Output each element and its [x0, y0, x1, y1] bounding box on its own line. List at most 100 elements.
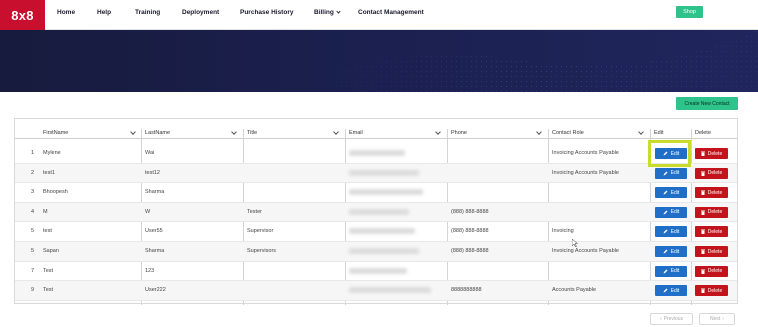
nav-billing-label: Billing [314, 9, 334, 16]
delete-button[interactable]: Delete [695, 167, 728, 179]
previous-label: Previous [663, 316, 684, 322]
table-row: 2 test1 test12 Invoicing Accounts Payabl… [15, 163, 737, 184]
edit-label: Edit [670, 189, 680, 196]
col-header-contact-role[interactable]: Contact Role [552, 130, 584, 136]
delete-label: Delete [707, 170, 723, 177]
mouse-cursor-icon [572, 239, 578, 247]
cell-firstname: Test [43, 287, 54, 294]
nav-billing[interactable]: Billing [314, 9, 341, 16]
table-row: 1 Mylene Wai Invoicing Accounts Payable … [15, 144, 737, 164]
contacts-table: FirstName LastName Title Email Phone Con… [14, 118, 738, 305]
delete-label: Delete [707, 287, 723, 294]
table-row: 5 Sapan Sharma Supervisors (888) 888-888… [15, 242, 737, 262]
row-number: 2 [31, 169, 35, 176]
cell-lastname: User222 [145, 287, 166, 294]
edit-button[interactable]: Edit [655, 187, 687, 199]
delete-button[interactable]: Delete [695, 265, 728, 277]
chevron-down-icon[interactable] [333, 129, 339, 135]
chevron-down-icon[interactable] [130, 129, 136, 135]
cell-phone: 8888888888 [451, 287, 482, 294]
edit-button[interactable]: Edit [655, 167, 687, 179]
nav-help[interactable]: Help [97, 9, 111, 16]
edit-highlight-box [648, 140, 691, 167]
row-number: 5 [31, 248, 35, 254]
delete-button[interactable]: Delete [695, 187, 728, 199]
row-number: 7 [31, 267, 35, 274]
brand-logo[interactable]: 8x8 [0, 0, 45, 30]
pencil-icon [663, 269, 668, 274]
col-header-title[interactable]: Title [247, 130, 257, 136]
cell-firstname: Sapan [43, 248, 59, 254]
email-redacted [349, 228, 415, 235]
table-row: 3 Bhoopesh Sharma Edit Delete [15, 183, 737, 203]
delete-label: Delete [707, 268, 723, 275]
edit-label: Edit [670, 228, 680, 235]
nav-purchase-history[interactable]: Purchase History [240, 9, 293, 16]
col-header-firstname[interactable]: FirstName [43, 130, 68, 136]
nav-home[interactable]: Home [57, 9, 75, 16]
delete-label: Delete [707, 209, 723, 216]
cell-lastname: W [145, 208, 151, 215]
chevron-down-icon [336, 9, 341, 14]
delete-button[interactable]: Delete [695, 285, 728, 297]
email-redacted [349, 248, 419, 254]
previous-page-button[interactable]: ‹ Previous [650, 313, 693, 325]
table-row: 9 Test User222 8888888888 Accounts Payab… [15, 281, 737, 301]
shop-button[interactable]: Shop [676, 6, 703, 18]
cell-firstname: M [43, 208, 48, 215]
delete-button[interactable]: Delete [695, 148, 728, 159]
cell-firstname: Mylene [43, 150, 61, 156]
trash-icon [700, 151, 705, 156]
delete-button[interactable]: Delete [695, 246, 728, 257]
cell-phone: (888) 888-8888 [451, 248, 489, 254]
table-row: 5 test User55 Supervisor (888) 888-8888 … [15, 222, 737, 242]
col-header-edit: Edit [654, 130, 664, 136]
cell-phone: (888) 888-8888 [451, 228, 489, 235]
col-header-phone[interactable]: Phone [451, 130, 467, 136]
next-page-button[interactable]: Next › [699, 313, 735, 325]
col-header-email[interactable]: Email [349, 130, 363, 136]
cell-contact-role: Invoicing [552, 228, 574, 235]
row-number: 9 [31, 287, 35, 294]
hero-banner [0, 30, 758, 92]
edit-label: Edit [670, 209, 680, 216]
nav-contact-management[interactable]: Contact Management [358, 9, 424, 16]
cell-lastname: 123 [145, 267, 155, 274]
email-redacted [349, 169, 419, 176]
pencil-icon [663, 229, 668, 234]
top-navigation: 8x8 Home Help Training Deployment Purcha… [0, 0, 758, 30]
next-label: Next [710, 316, 721, 322]
cell-lastname: User55 [145, 228, 163, 235]
edit-button[interactable]: Edit [655, 285, 687, 297]
edit-label: Edit [670, 268, 680, 275]
col-header-lastname[interactable]: LastName [145, 130, 170, 136]
cell-title: Supervisors [247, 248, 277, 254]
cell-contact-role: Invoicing Accounts Payable [552, 150, 619, 156]
table-row: 7 Test 123 Edit Delete [15, 262, 737, 282]
edit-label: Edit [670, 170, 680, 177]
delete-label: Delete [707, 228, 723, 235]
create-new-contact-button[interactable]: Create New Contact [676, 97, 738, 110]
nav-training[interactable]: Training [135, 9, 160, 16]
email-redacted [349, 150, 405, 156]
edit-button[interactable]: Edit [655, 265, 687, 277]
nav-deployment[interactable]: Deployment [182, 9, 219, 16]
pencil-icon [663, 288, 668, 293]
delete-button[interactable]: Delete [695, 206, 728, 218]
email-redacted [349, 189, 423, 196]
pencil-icon [663, 171, 668, 176]
chevron-down-icon[interactable] [435, 129, 441, 135]
chevron-down-icon[interactable] [231, 129, 237, 135]
edit-button[interactable]: Edit [655, 206, 687, 218]
chevron-down-icon[interactable] [536, 129, 542, 135]
cell-firstname: Test [43, 267, 54, 274]
chevron-right-icon: › [722, 316, 724, 322]
chevron-left-icon: ‹ [659, 316, 662, 322]
edit-label: Edit [670, 248, 680, 255]
edit-button[interactable]: Edit [655, 246, 687, 257]
pencil-icon [663, 190, 668, 195]
edit-button[interactable]: Edit [655, 226, 687, 238]
delete-button[interactable]: Delete [695, 226, 728, 238]
cell-firstname: test [43, 228, 52, 235]
chevron-down-icon[interactable] [638, 129, 644, 135]
